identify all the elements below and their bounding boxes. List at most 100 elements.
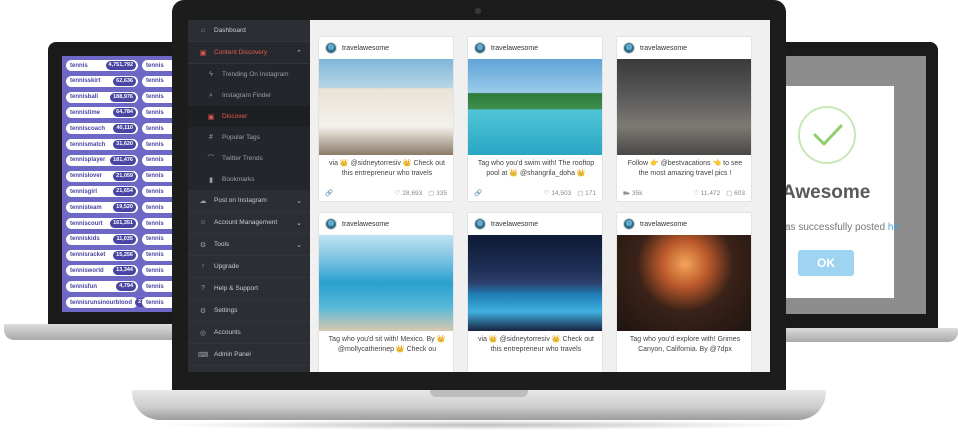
post-stats: ♡ 28,693 ▢ 335 bbox=[395, 189, 447, 197]
sidebar-item-label: Tools bbox=[214, 241, 230, 248]
post-image[interactable] bbox=[617, 59, 751, 155]
post-image[interactable] bbox=[319, 59, 453, 155]
hashtag-chip[interactable]: tenniscourt 161,351 bbox=[66, 218, 138, 229]
sidebar-item-label: Twitter Trends bbox=[222, 155, 263, 162]
post-caption: Tag who you'd swim with! The rooftop poo… bbox=[477, 160, 595, 177]
sidebar-item-admin-panel[interactable]: ⌨ Admin Panel bbox=[188, 344, 310, 366]
post-username[interactable]: travelawesome bbox=[640, 221, 687, 228]
hashtag-name: tennisrunsinourblood bbox=[70, 299, 132, 306]
hashtag-chip[interactable]: tenniscoach 40,110 bbox=[66, 123, 138, 135]
hashtag-chip[interactable]: tennistime 64,784 bbox=[66, 107, 138, 119]
sidebar-item-label: Content Discovery bbox=[214, 49, 268, 56]
hashtag-name: tennisracket bbox=[70, 252, 106, 259]
post-card[interactable]: travelawesome Tag who you'd swim with! Th… bbox=[467, 36, 603, 202]
sidebar-item-label: Trending On Instagram bbox=[222, 71, 289, 78]
post-caption: via 👑 @sidneytorresiv 👑 Check out this e… bbox=[329, 160, 445, 177]
post-card[interactable]: travelawesome via 👑 @sidneytorresiv 👑 Che… bbox=[318, 36, 454, 202]
sidebar-item-label: Dashboard bbox=[214, 27, 246, 34]
post-username[interactable]: travelawesome bbox=[342, 221, 389, 228]
user-icon: ☺ bbox=[199, 219, 207, 226]
sidebar-item-label: Upgrade bbox=[214, 263, 239, 270]
discover-feed: travelawesome via 👑 @sidneytorresiv 👑 Che… bbox=[310, 20, 770, 372]
post-image[interactable] bbox=[319, 235, 453, 331]
modal-link[interactable]: he bbox=[888, 222, 899, 233]
chevron-up-icon[interactable]: ⌃ bbox=[296, 49, 302, 57]
hashtag-chip[interactable]: tennisskirt 62,636 bbox=[66, 75, 138, 87]
post-stats: ♡ 14,503 ▢ 171 bbox=[544, 189, 596, 197]
question-icon: ? bbox=[201, 285, 205, 292]
post-card[interactable]: travelawesome Tag who you'd explore with!… bbox=[616, 212, 752, 372]
hashtag-chip[interactable]: tennislover 21,059 bbox=[66, 170, 138, 182]
sidebar-item-content-discovery[interactable]: ▣ Content Discovery ⌃ bbox=[188, 42, 310, 64]
hashtag-chip[interactable]: tennisracket 15,256 bbox=[66, 249, 138, 261]
post-card[interactable]: travelawesome Follow 👉 @bestvacations 👈 t… bbox=[616, 36, 752, 202]
post-image[interactable] bbox=[468, 59, 602, 155]
likes-count: ♡ 11,472 bbox=[693, 190, 721, 197]
hashtag-name: tennismatch bbox=[70, 141, 106, 148]
post-stats: ♡ 11,472 ▢ 603 bbox=[693, 189, 745, 197]
sidebar-item-bookmarks[interactable]: ▮ Bookmarks bbox=[188, 169, 310, 190]
post-link-icon[interactable]: 🔗 bbox=[325, 189, 333, 197]
hashtag-name: tenniskids bbox=[70, 236, 100, 243]
post-header: travelawesome bbox=[623, 218, 687, 230]
avatar[interactable] bbox=[623, 218, 635, 230]
hashtag-name: tennisworld bbox=[70, 267, 104, 274]
sidebar-item-discover[interactable]: ▣ Discover bbox=[188, 106, 310, 127]
avatar[interactable] bbox=[623, 42, 635, 54]
sidebar-item-twitter-trends[interactable]: ⁀ Twitter Trends bbox=[188, 148, 310, 169]
comments-count: ▢ 171 bbox=[577, 190, 596, 197]
hashtag-chip[interactable]: tennis 4,751,792 bbox=[66, 60, 138, 71]
sidebar-item-post-on-instagram[interactable]: ☁ Post on Instagram ⌄ bbox=[188, 190, 310, 212]
hashtag-chip[interactable]: tennisplayer 181,476 bbox=[66, 154, 138, 166]
avatar[interactable] bbox=[325, 42, 337, 54]
post-card[interactable]: travelawesome Tag who you'd sit with! Mex… bbox=[318, 212, 454, 372]
sidebar-item-dashboard[interactable]: ⌂ Dashboard bbox=[188, 20, 310, 42]
sidebar-item-settings[interactable]: ⚙ Settings bbox=[188, 300, 310, 322]
hashtag-chip[interactable]: tennisrunsinourblood27,355 bbox=[66, 297, 158, 308]
sidebar-item-popular-tags[interactable]: # Popular Tags bbox=[188, 127, 310, 148]
hashtag-name: tennisball bbox=[70, 94, 99, 101]
post-username[interactable]: travelawesome bbox=[491, 45, 538, 52]
avatar[interactable] bbox=[474, 42, 486, 54]
likes-count: ♡ 28,693 bbox=[394, 190, 423, 197]
sidebar-item-instagram-finder[interactable]: ⌕ Instagram Finder bbox=[188, 85, 310, 106]
post-username[interactable]: travelawesome bbox=[491, 221, 538, 228]
hashtag-chip[interactable]: tennismatch 31,620 bbox=[66, 139, 138, 150]
sidebar-item-upgrade[interactable]: ↑ Upgrade bbox=[188, 256, 310, 278]
sidebar-item-accounts[interactable]: ◎ Accounts bbox=[188, 322, 310, 344]
hashtag-name: tennistime bbox=[70, 109, 101, 116]
post-username[interactable]: travelawesome bbox=[342, 45, 389, 52]
hashtag-chip[interactable]: tennisteam 19,520 bbox=[66, 202, 138, 214]
post-username[interactable]: travelawesome bbox=[640, 45, 687, 52]
sidebar-item-tools[interactable]: ⚙ Tools ⌄ bbox=[188, 234, 310, 256]
hashtag-chip[interactable]: tenniskids 11,035 bbox=[66, 233, 138, 245]
post-header: travelawesome bbox=[325, 218, 389, 230]
post-image[interactable] bbox=[468, 235, 602, 331]
avatar[interactable] bbox=[325, 218, 337, 230]
sidebar-item-label: Accounts bbox=[214, 329, 241, 336]
sidebar-item-label: Settings bbox=[214, 307, 238, 314]
post-footer: 🔗 ♡ 28,693 ▢ 335 bbox=[325, 189, 447, 197]
chevron-down-icon[interactable]: ⌄ bbox=[296, 241, 302, 249]
avatar[interactable] bbox=[474, 218, 486, 230]
hashtag-chip[interactable]: tennisball 188,976 bbox=[66, 91, 138, 103]
sidebar-item-account-management[interactable]: ☺ Account Management ⌄ bbox=[188, 212, 310, 234]
hashtag-chip[interactable]: tennisworld 13,344 bbox=[66, 265, 138, 277]
home-icon: ⌂ bbox=[200, 27, 206, 34]
hashtag-chip[interactable]: tennisfun 4,794 bbox=[66, 281, 138, 293]
post-link-icon[interactable]: ■▸ 35k bbox=[623, 189, 642, 197]
sidebar-item-trending-on-instagram[interactable]: ϟ Trending On Instagram bbox=[188, 64, 310, 85]
post-link-icon[interactable]: 🔗 bbox=[474, 189, 482, 197]
chevron-down-icon[interactable]: ⌄ bbox=[296, 219, 302, 227]
post-image[interactable] bbox=[617, 235, 751, 331]
main-screen: ⌂ Dashboard ▣ Content Discovery ⌃ ϟ Trending O… bbox=[188, 20, 770, 372]
bolt-icon: ϟ bbox=[209, 71, 213, 78]
hashtag-chip[interactable]: tennisgirl 21,654 bbox=[66, 186, 138, 198]
sidebar-item-help-support[interactable]: ? Help & Support bbox=[188, 278, 310, 300]
post-footer: ■▸ 35k ♡ 11,472 ▢ 603 bbox=[623, 189, 745, 197]
post-card[interactable]: travelawesome via 👑 @sidneytorresiv 👑 Che… bbox=[467, 212, 603, 372]
chevron-down-icon[interactable]: ⌄ bbox=[296, 197, 302, 205]
main-laptop: ⌂ Dashboard ▣ Content Discovery ⌃ ϟ Trending O… bbox=[132, 0, 826, 440]
hashtag-name: tennisfun bbox=[70, 283, 97, 290]
hashtag-name: tennisplayer bbox=[70, 157, 106, 164]
